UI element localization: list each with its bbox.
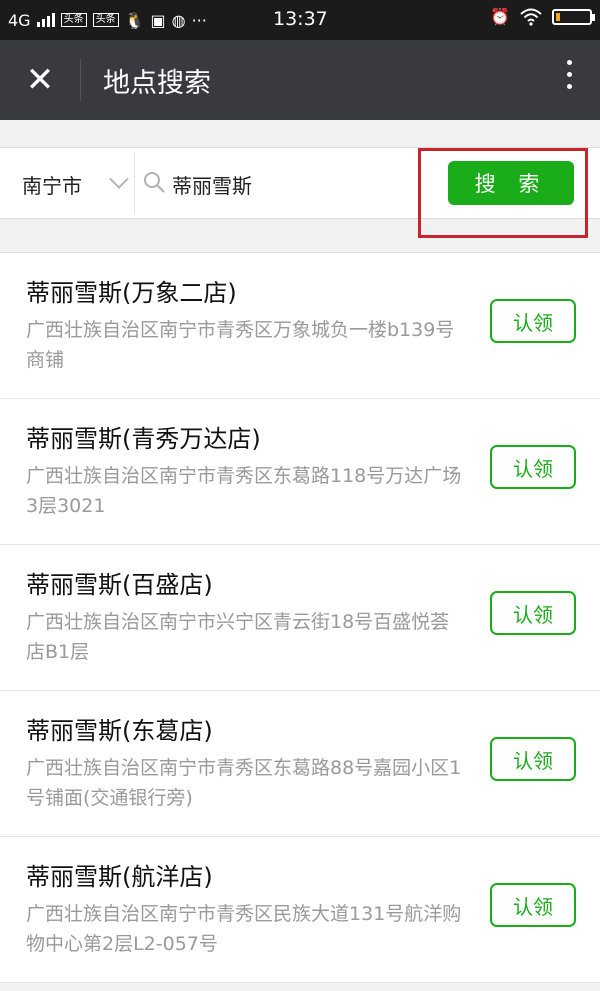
claim-button[interactable]: 认领 xyxy=(490,737,576,781)
claim-button[interactable]: 认领 xyxy=(490,883,576,927)
place-name: 蒂丽雪斯(航洋店) xyxy=(26,863,213,891)
place-name: 蒂丽雪斯(万象二店) xyxy=(26,279,237,307)
battery-icon xyxy=(552,8,595,25)
signal-icon xyxy=(36,13,55,27)
clock: 13:37 xyxy=(273,8,328,30)
toutiao-notification-icon: 头条 xyxy=(60,13,87,27)
list-item[interactable]: 蒂丽雪斯(青秀万达店) 广西壮族自治区南宁市青秀区东葛路118号万达广场3层30… xyxy=(0,399,600,545)
place-address: 广西壮族自治区南宁市青秀区东葛路88号嘉园小区1号铺面(交通银行旁) xyxy=(26,757,462,809)
toutiao-notification-icon-2: 头条 xyxy=(92,13,119,27)
place-name: 蒂丽雪斯(青秀万达店) xyxy=(26,425,261,453)
app-notification-icon: ▣ xyxy=(150,10,166,30)
city-selector[interactable]: 南宁市 xyxy=(22,170,82,199)
highlight-annotation xyxy=(418,148,588,238)
results-list: 蒂丽雪斯(万象二店) 广西壮族自治区南宁市青秀区万象城负一楼b139号商铺 认领… xyxy=(0,252,600,983)
place-address: 广西壮族自治区南宁市青秀区万象城负一楼b139号商铺 xyxy=(26,319,455,371)
alarm-icon: ⏰ xyxy=(490,7,510,26)
more-options-icon[interactable] xyxy=(567,60,572,89)
qq-icon: 🐧 xyxy=(124,10,145,30)
wifi-icon xyxy=(520,8,542,26)
claim-button[interactable]: 认领 xyxy=(490,299,576,343)
search-icon xyxy=(144,172,165,193)
search-divider xyxy=(134,152,135,214)
place-address: 广西壮族自治区南宁市青秀区民族大道131号航洋购物中心第2层L2-057号 xyxy=(26,903,462,955)
place-address: 广西壮族自治区南宁市青秀区东葛路118号万达广场3层3021 xyxy=(26,465,462,517)
close-button[interactable]: ✕ xyxy=(0,40,80,120)
title-bar: ✕ 地点搜索 xyxy=(0,40,600,120)
browser-icon: ◍ xyxy=(171,10,186,30)
network-type: 4G xyxy=(8,10,31,30)
list-item[interactable]: 蒂丽雪斯(航洋店) 广西壮族自治区南宁市青秀区民族大道131号航洋购物中心第2层… xyxy=(0,837,600,983)
claim-button[interactable]: 认领 xyxy=(490,445,576,489)
list-item[interactable]: 蒂丽雪斯(东葛店) 广西壮族自治区南宁市青秀区东葛路88号嘉园小区1号铺面(交通… xyxy=(0,691,600,837)
page-title: 地点搜索 xyxy=(103,67,211,99)
list-item[interactable]: 蒂丽雪斯(百盛店) 广西壮族自治区南宁市兴宁区青云街18号百盛悦荟店B1层 认领 xyxy=(0,545,600,691)
place-address: 广西壮族自治区南宁市兴宁区青云街18号百盛悦荟店B1层 xyxy=(26,611,450,663)
chevron-down-icon[interactable] xyxy=(109,169,129,189)
search-input[interactable]: 蒂丽雪斯 xyxy=(172,170,252,199)
status-bar: 4G 头条 头条 🐧 ▣ ◍ ··· 13:37 ⏰ xyxy=(0,0,600,40)
place-name: 蒂丽雪斯(百盛店) xyxy=(26,571,213,599)
more-notifications-icon: ··· xyxy=(191,10,207,30)
list-item[interactable]: 蒂丽雪斯(万象二店) 广西壮族自治区南宁市青秀区万象城负一楼b139号商铺 认领 xyxy=(0,253,600,399)
claim-button[interactable]: 认领 xyxy=(490,591,576,635)
place-name: 蒂丽雪斯(东葛店) xyxy=(26,717,213,745)
